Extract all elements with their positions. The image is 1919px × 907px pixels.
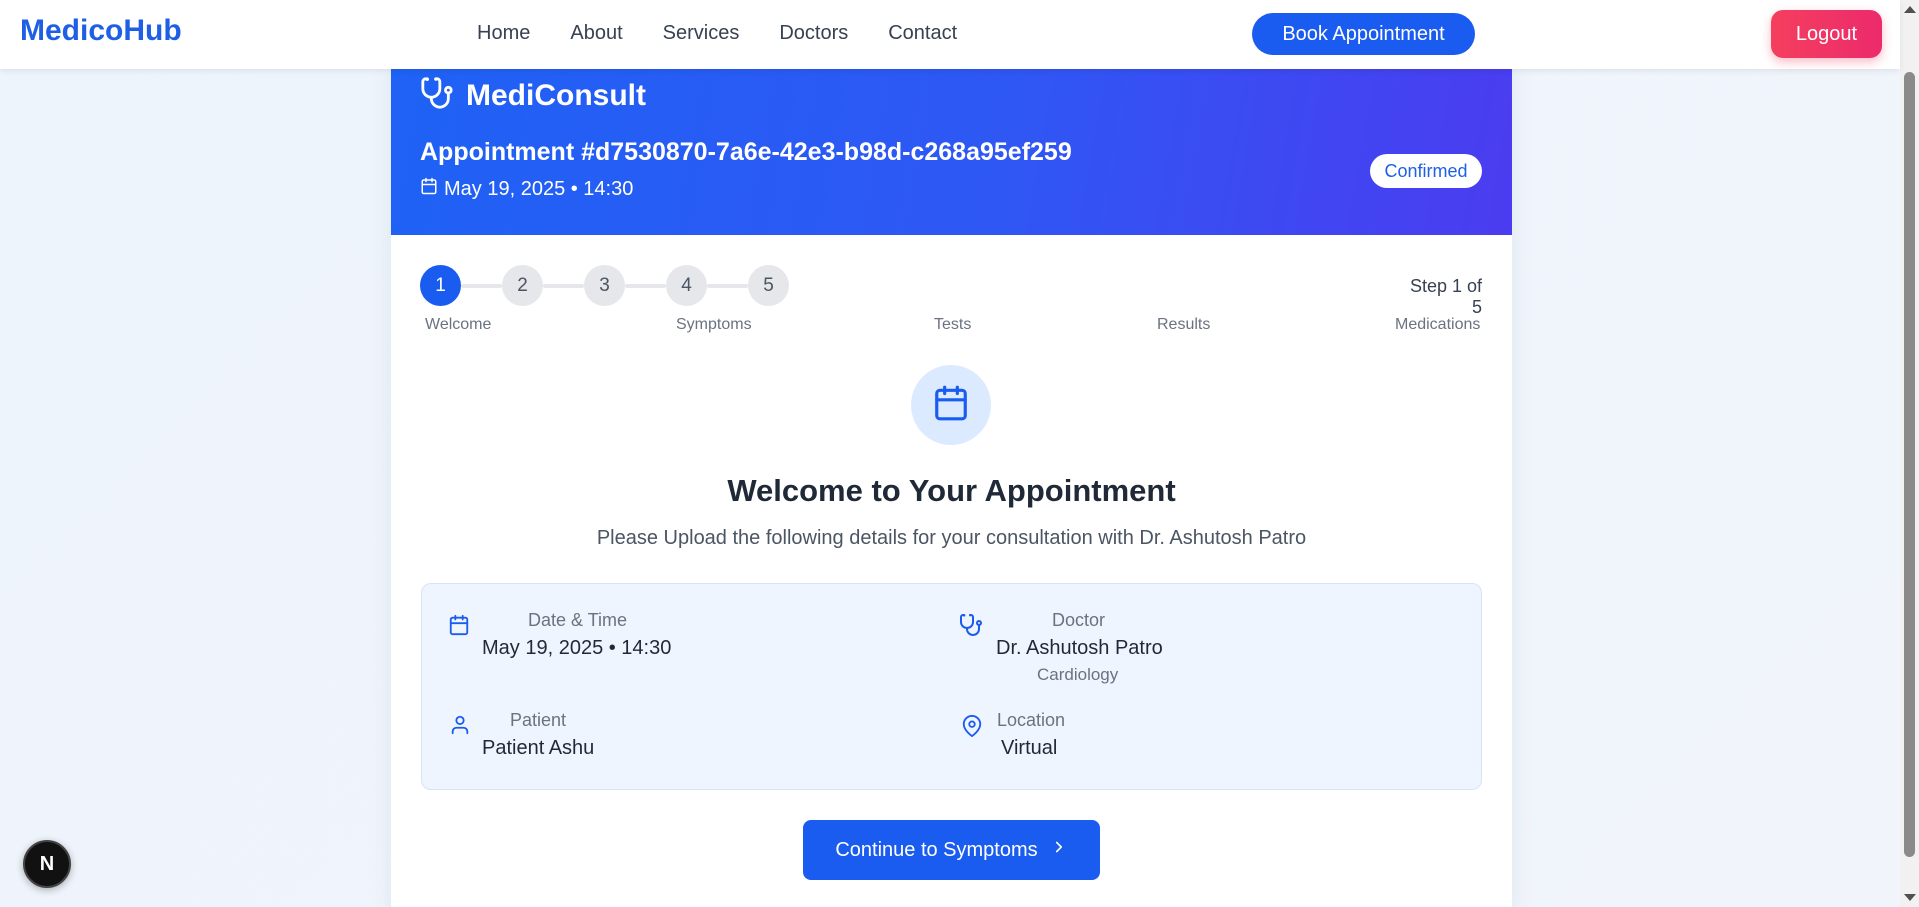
step-label-welcome: Welcome bbox=[425, 316, 492, 333]
user-icon bbox=[449, 714, 471, 741]
appointment-datetime-text: May 19, 2025 • 14:30 bbox=[444, 177, 634, 200]
mediconsult-title: MediConsult bbox=[466, 78, 646, 112]
appointment-header: MediConsult Appointment #d7530870-7a6e-4… bbox=[391, 60, 1512, 235]
nav-links: Home About Services Doctors Contact bbox=[477, 22, 997, 45]
nav-link-about[interactable]: About bbox=[570, 22, 622, 45]
step-label-results: Results bbox=[1157, 316, 1211, 333]
location-label: Location bbox=[997, 710, 1066, 730]
appointment-card: MediConsult Appointment #d7530870-7a6e-4… bbox=[391, 60, 1512, 907]
stethoscope-icon bbox=[420, 76, 454, 115]
step-5[interactable]: 5 bbox=[748, 265, 789, 306]
step-2[interactable]: 2 bbox=[502, 265, 543, 306]
doctor-specialty: Cardiology bbox=[1037, 665, 1119, 684]
step-connector bbox=[625, 283, 666, 288]
chevron-right-icon bbox=[1038, 838, 1068, 862]
step-label-tests: Tests bbox=[934, 316, 972, 333]
datetime-value: May 19, 2025 • 14:30 bbox=[482, 637, 672, 659]
map-pin-icon bbox=[961, 714, 983, 743]
continue-button-label: Continue to Symptoms bbox=[835, 838, 1038, 861]
step-connector bbox=[707, 283, 748, 288]
nextjs-dev-indicator[interactable]: N bbox=[23, 840, 71, 888]
nav-link-services[interactable]: Services bbox=[663, 22, 740, 45]
continue-to-symptoms-button[interactable]: Continue to Symptoms bbox=[803, 820, 1100, 880]
status-badge: Confirmed bbox=[1370, 154, 1482, 188]
welcome-subtitle: Please Upload the following details for … bbox=[596, 527, 1307, 549]
brand-logo[interactable]: MedicoHub bbox=[20, 14, 182, 48]
appointment-datetime: May 19, 2025 • 14:30 bbox=[420, 177, 633, 201]
step-3[interactable]: 3 bbox=[584, 265, 625, 306]
page-scrollbar[interactable] bbox=[1900, 0, 1919, 907]
scroll-down-arrow-icon[interactable] bbox=[1904, 894, 1916, 901]
step-label-medications: Medications bbox=[1395, 316, 1481, 333]
calendar-icon bbox=[448, 614, 470, 641]
stethoscope-icon bbox=[959, 613, 983, 642]
scroll-up-arrow-icon[interactable] bbox=[1904, 6, 1916, 13]
calendar-icon bbox=[932, 384, 970, 427]
welcome-calendar-badge bbox=[911, 365, 991, 445]
scrollbar-thumb[interactable] bbox=[1904, 72, 1915, 857]
step-counter: Step 1 of 5 bbox=[1409, 276, 1482, 317]
patient-name: Patient Ashu bbox=[482, 737, 595, 759]
step-connector bbox=[543, 283, 584, 288]
mediconsult-logo: MediConsult bbox=[420, 76, 646, 115]
step-connector bbox=[461, 283, 502, 288]
location-value: Virtual bbox=[1001, 737, 1058, 759]
datetime-label: Date & Time bbox=[528, 610, 628, 630]
step-1[interactable]: 1 bbox=[420, 265, 461, 306]
book-appointment-button[interactable]: Book Appointment bbox=[1252, 13, 1475, 55]
welcome-title: Welcome to Your Appointment bbox=[727, 473, 1176, 508]
appointment-id-title: Appointment #d7530870-7a6e-42e3-b98d-c26… bbox=[420, 138, 1072, 166]
top-navbar: MedicoHub Home About Services Doctors Co… bbox=[0, 0, 1900, 69]
nav-link-home[interactable]: Home bbox=[477, 22, 530, 45]
patient-label: Patient bbox=[510, 710, 567, 730]
progress-stepper: 1 2 3 4 5 bbox=[420, 265, 789, 306]
doctor-name: Dr. Ashutosh Patro bbox=[996, 637, 1163, 659]
logout-button[interactable]: Logout bbox=[1771, 10, 1882, 58]
step-4[interactable]: 4 bbox=[666, 265, 707, 306]
doctor-label: Doctor bbox=[1052, 610, 1106, 630]
nav-link-doctors[interactable]: Doctors bbox=[779, 22, 848, 45]
appointment-details-box: Date & Time May 19, 2025 • 14:30 Doctor … bbox=[421, 583, 1482, 790]
step-label-symptoms: Symptoms bbox=[676, 316, 752, 333]
nav-link-contact[interactable]: Contact bbox=[888, 22, 957, 45]
calendar-icon bbox=[420, 177, 438, 201]
